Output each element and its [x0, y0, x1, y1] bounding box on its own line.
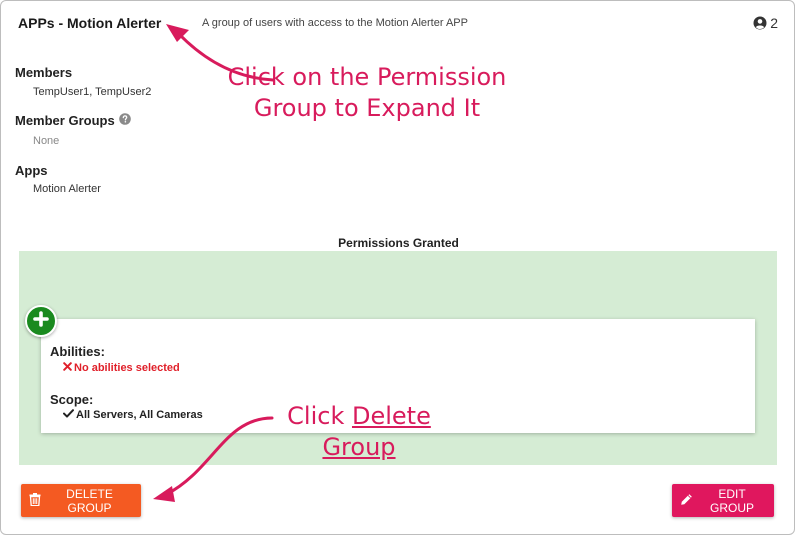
- member-groups-value: None: [33, 135, 60, 147]
- delete-annotation: Click Delete Group: [262, 401, 456, 463]
- members-label: Members: [15, 65, 73, 80]
- scope-value: All Servers, All Cameras: [63, 409, 203, 421]
- pencil-icon: [680, 493, 693, 509]
- delete-annotation-prefix: Click: [287, 402, 352, 430]
- edit-group-button[interactable]: EDIT GROUP: [672, 484, 774, 517]
- abilities-value: No abilities selected: [63, 362, 180, 374]
- scope-label: Scope:: [50, 392, 94, 407]
- group-header[interactable]: APPs - Motion Alerter A group of users w…: [18, 15, 778, 35]
- trash-icon: [29, 492, 41, 509]
- scope-value-text: All Servers, All Cameras: [76, 409, 203, 421]
- apps-label: Apps: [15, 163, 48, 178]
- members-value: TempUser1, TempUser2: [33, 86, 152, 98]
- check-icon: [63, 409, 74, 421]
- member-groups-label: Member Groups: [15, 113, 131, 128]
- user-circle-icon: [753, 16, 767, 30]
- member-count: 2: [753, 15, 778, 31]
- abilities-value-text: No abilities selected: [74, 362, 180, 374]
- member-count-value: 2: [770, 15, 778, 31]
- apps-value: Motion Alerter: [33, 183, 101, 195]
- x-icon: [63, 362, 72, 374]
- abilities-label: Abilities:: [50, 344, 105, 359]
- permissions-title: Permissions Granted: [338, 236, 459, 250]
- question-circle-icon[interactable]: [118, 113, 131, 128]
- group-description: A group of users with access to the Moti…: [202, 17, 468, 29]
- expand-annotation: Click on the Permission Group to Expand …: [227, 63, 507, 123]
- plus-icon: [33, 310, 49, 332]
- group-title[interactable]: APPs - Motion Alerter: [18, 15, 161, 31]
- delete-group-button[interactable]: DELETE GROUP: [21, 484, 141, 517]
- delete-group-label: DELETE GROUP: [66, 486, 113, 515]
- add-permission-button[interactable]: [25, 305, 57, 337]
- member-groups-label-text: Member Groups: [15, 113, 115, 128]
- edit-group-label: EDIT GROUP: [709, 486, 754, 515]
